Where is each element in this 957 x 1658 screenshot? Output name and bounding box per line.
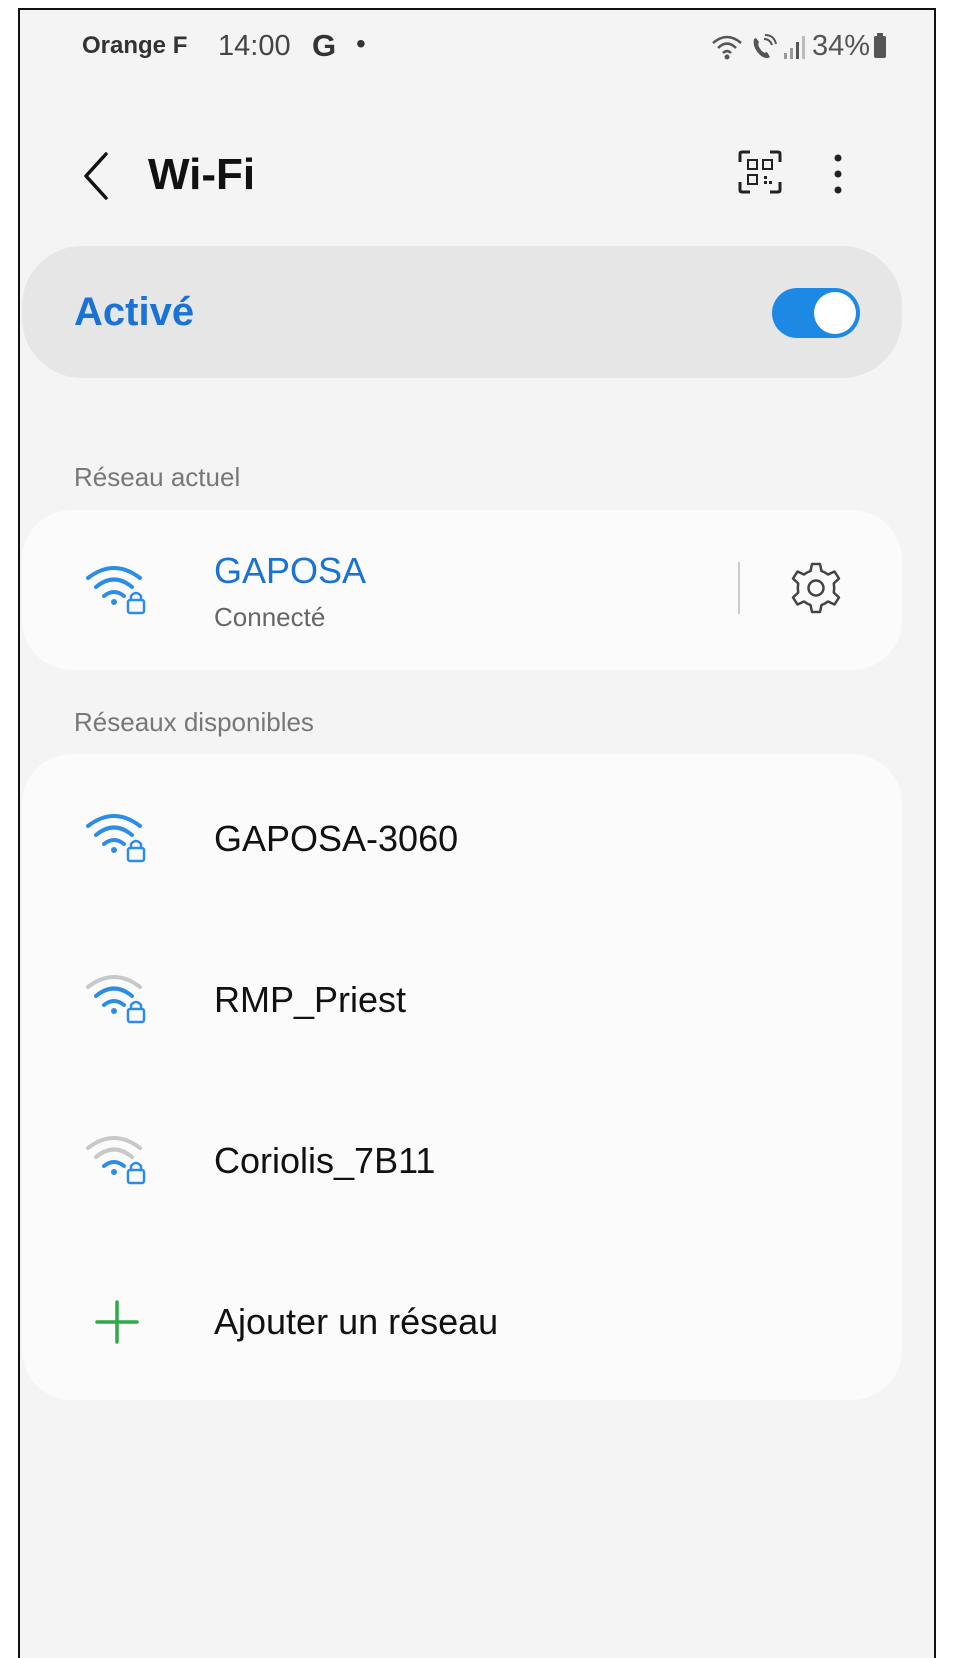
page-title: Wi-Fi <box>148 150 256 199</box>
status-bar: Orange F 14:00 G • 34% <box>20 28 934 68</box>
current-network-name: GAPOSA <box>214 550 367 591</box>
wifi-toggle-switch[interactable] <box>772 288 860 338</box>
divider <box>738 562 740 614</box>
add-network-button[interactable]: Ajouter un réseau <box>22 1261 902 1381</box>
network-name: Coriolis_7B11 <box>214 1140 436 1181</box>
phone-screen: Orange F 14:00 G • 34% Wi-Fi Activé Rése… <box>18 8 936 1658</box>
more-vert-icon[interactable] <box>826 146 850 202</box>
network-row[interactable]: GAPOSA-3060 <box>22 778 902 898</box>
wifi-lock-icon <box>86 814 146 863</box>
wifi-lock-icon <box>86 1136 146 1185</box>
carrier-name: Orange F <box>82 32 188 59</box>
current-network-status: Connecté <box>214 602 326 632</box>
network-name: RMP_Priest <box>214 979 407 1020</box>
add-network-label: Ajouter un réseau <box>214 1301 499 1342</box>
plus-icon <box>95 1300 139 1344</box>
battery-percent: 34% <box>811 30 870 62</box>
cell-signal-icon <box>783 35 805 59</box>
clock: 14:00 <box>218 30 291 62</box>
google-g-icon: G <box>312 28 337 63</box>
network-row[interactable]: Coriolis_7B11 <box>22 1100 902 1220</box>
chevron-left-icon[interactable] <box>76 146 116 206</box>
wifi-toggle-label: Activé <box>74 290 195 334</box>
available-networks-card: GAPOSA-3060 RMP_Priest Coriolis_7B11 Ajo… <box>22 754 902 1400</box>
available-networks-heading: Réseaux disponibles <box>74 707 314 737</box>
notification-dot-icon: • <box>356 28 366 59</box>
current-network-card[interactable]: GAPOSA Connecté <box>22 510 902 670</box>
battery-icon <box>874 32 886 58</box>
switch-knob <box>814 292 856 334</box>
wifi-lock-icon <box>86 566 146 615</box>
wifi-lock-icon <box>86 975 146 1024</box>
app-bar: Wi-Fi <box>20 140 934 220</box>
qr-scan-icon[interactable] <box>736 148 784 196</box>
network-name: GAPOSA-3060 <box>214 818 459 859</box>
wifi-calling-icon <box>753 33 777 58</box>
gear-icon[interactable] <box>788 560 844 616</box>
current-network-heading: Réseau actuel <box>74 462 241 492</box>
wifi-status-icon <box>712 35 742 59</box>
network-row[interactable]: RMP_Priest <box>22 939 902 1059</box>
status-icons: 34% <box>710 30 886 63</box>
wifi-toggle-row[interactable]: Activé <box>22 246 902 378</box>
